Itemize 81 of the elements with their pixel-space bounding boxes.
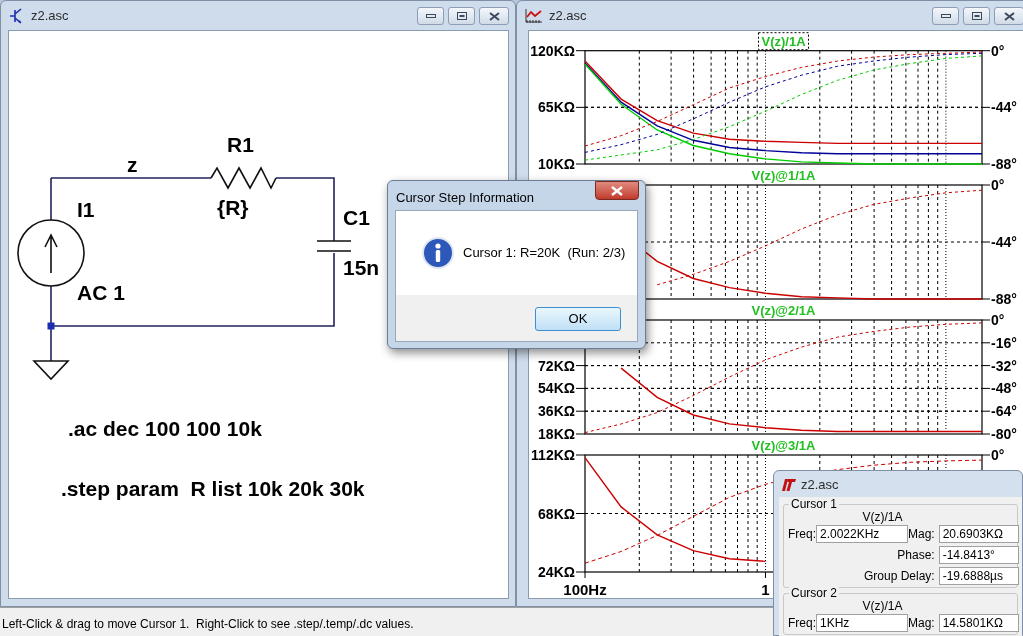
axis-tick-label: 0° <box>991 42 1005 59</box>
minimize-button[interactable] <box>932 7 959 25</box>
axis-tick-label: -44° <box>991 99 1017 116</box>
trace-name: V(z)/1A <box>861 511 904 524</box>
component-label: z <box>127 154 138 175</box>
trace-label: V(z)@3/1A <box>751 438 816 453</box>
axis-tick-label: 100Hz <box>563 581 607 598</box>
trace-label: V(z)@1/1A <box>751 168 816 183</box>
axis-tick-label: 54KΩ <box>538 380 575 397</box>
axis-tick-label: 0° <box>991 312 1005 328</box>
window-title: z2.asc <box>801 475 839 494</box>
axis-tick-label: 1 <box>761 581 770 598</box>
window-title: z2.asc <box>549 7 587 26</box>
resistor-symbol <box>210 166 277 190</box>
field-label: Freq: <box>788 615 816 632</box>
spice-directive: .ac dec 100 100 10k <box>68 418 262 439</box>
value-field[interactable]: 2.0022KHz <box>816 525 908 543</box>
value-field[interactable]: 1KHz <box>816 614 908 632</box>
axis-tick-label: 120KΩ <box>530 42 575 59</box>
axis-tick-label: 24KΩ <box>538 564 575 580</box>
window-title: z2.asc <box>31 7 69 26</box>
component-label: R1 <box>227 134 254 155</box>
spice-directive: .step param R list 10k 20k 30k <box>61 478 365 499</box>
axis-tick-label: 112KΩ <box>531 447 575 463</box>
axis-tick-label: -16° <box>991 334 1017 351</box>
minimize-icon <box>940 14 951 18</box>
field-label: Freq: <box>788 526 816 543</box>
axis-tick-label: 0° <box>991 177 1005 193</box>
axis-tick-label: 10KΩ <box>538 156 575 172</box>
axis-tick-label: 72KΩ <box>538 357 575 374</box>
close-icon <box>488 11 500 21</box>
axis-tick-label: 18KΩ <box>538 426 575 442</box>
axis-tick-label: -88° <box>991 291 1017 307</box>
group-label: Cursor 2 <box>789 586 839 600</box>
axis-tick-label: -80° <box>991 426 1017 442</box>
dialog-message: Cursor 1: R=20K (Run: 2/3) <box>463 244 626 263</box>
field-label: Phase: <box>896 547 936 564</box>
axis-tick-label: 65KΩ <box>538 99 575 116</box>
close-button[interactable] <box>595 181 639 200</box>
maximize-button[interactable] <box>448 7 475 25</box>
field-label: Group Delay: <box>863 568 936 585</box>
component-label: {R} <box>217 197 249 218</box>
component-label: 15n <box>343 257 380 278</box>
axis-tick-label: -32° <box>991 357 1017 374</box>
value-field[interactable]: -19.6888µs <box>938 567 1019 585</box>
axis-tick-label: -48° <box>991 380 1017 397</box>
group-label: Cursor 1 <box>789 497 839 511</box>
axis-tick-label: 68KΩ <box>538 505 575 522</box>
chart-icon <box>525 8 543 24</box>
dialog-title: Cursor Step Information <box>396 189 534 207</box>
logo-icon <box>782 478 796 491</box>
close-icon <box>1003 11 1015 21</box>
close-icon <box>611 185 623 196</box>
wire <box>275 177 335 242</box>
field-label: Mag: <box>908 615 936 632</box>
ok-button[interactable]: OK <box>535 307 621 331</box>
maximize-button[interactable] <box>963 7 990 25</box>
component-label: C1 <box>343 207 370 228</box>
minimize-button[interactable] <box>417 7 444 25</box>
axis-tick-label: -88° <box>991 156 1017 172</box>
axis-tick-label: -64° <box>991 403 1017 420</box>
close-button[interactable] <box>479 7 509 25</box>
axis-tick-label: -44° <box>991 234 1017 250</box>
current-source-symbol <box>17 219 85 287</box>
ground-symbol <box>32 360 70 381</box>
minimize-icon <box>425 14 436 18</box>
restore-icon <box>456 12 467 20</box>
component-label: I1 <box>77 199 95 220</box>
component-label: AC 1 <box>77 282 125 303</box>
field-label: Mag: <box>908 526 936 543</box>
axis-tick-label: 36KΩ <box>538 403 575 420</box>
close-button[interactable] <box>994 7 1023 25</box>
info-icon <box>422 237 454 269</box>
value-field[interactable]: 14.5801KΩ <box>938 614 1019 632</box>
restore-icon <box>971 12 982 20</box>
axis-tick-label: 0° <box>991 447 1005 463</box>
trace-label: V(z)/1A <box>758 32 809 51</box>
trace-label: V(z)@2/1A <box>751 303 816 318</box>
value-field[interactable]: -14.8413° <box>938 546 1019 564</box>
value-field[interactable]: 20.6903KΩ <box>938 525 1019 543</box>
capacitor-symbol <box>316 240 352 252</box>
